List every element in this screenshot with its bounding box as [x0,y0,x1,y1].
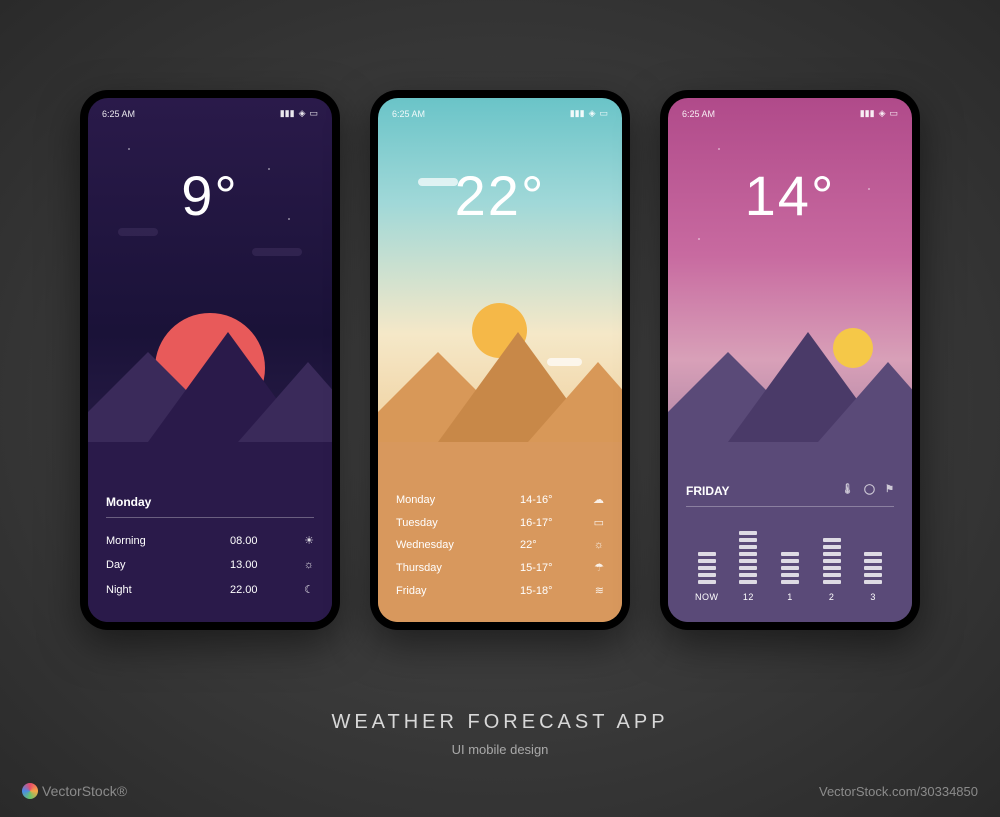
wifi-icon: ◈ [589,108,596,119]
mountains [668,322,912,442]
forecast-row[interactable]: Friday 15-18° ≋ [396,579,604,602]
hour-column[interactable]: 1 [769,529,811,602]
compass-icon[interactable]: ◯ [864,484,875,498]
row-label: Morning [106,535,230,547]
status-icons: ▮▮▮ ◈ ▭ [860,108,898,119]
phone-night: 6:25 AM ▮▮▮ ◈ ▭ 9° Monday Morning [80,90,340,630]
forecast-row[interactable]: Tuesday 16-17° ▭ [396,511,604,534]
screen-dusk[interactable]: 6:25 AM ▮▮▮ ◈ ▭ 14° FRIDAY 🌡 [668,98,912,622]
cloud-icon [118,228,158,236]
hour-column[interactable]: 12 [728,529,770,602]
signal-icon: ▮▮▮ [860,108,875,119]
status-time: 6:25 AM [102,109,135,119]
row-label: Wednesday [396,539,520,551]
forecast-row[interactable]: Day 13.00 ☼ [106,553,314,577]
panel-header: Monday [106,495,314,518]
battery-icon: ▭ [889,108,898,119]
status-time: 6:25 AM [392,109,425,119]
sun-icon: ☼ [580,539,604,551]
screen-night[interactable]: 6:25 AM ▮▮▮ ◈ ▭ 9° Monday Morning [88,98,332,622]
row-value: 08.00 [230,535,290,547]
hour-label: 3 [870,592,876,602]
row-value: 15-18° [520,585,580,597]
status-time: 6:25 AM [682,109,715,119]
status-bar: 6:25 AM ▮▮▮ ◈ ▭ [668,98,912,123]
row-value: 22° [520,539,580,551]
row-value: 16-17° [520,517,580,529]
hour-column[interactable]: 3 [852,529,894,602]
hourly-panel[interactable]: FRIDAY 🌡 ◯ ⚑ NOW12123 [686,484,894,602]
vectorstock-logo-icon [22,783,38,799]
row-label: Friday [396,585,520,597]
watermark-left: VectorStock® [22,783,127,799]
forecast-panel[interactable]: Monday Morning 08.00 ☀ Day 13.00 ☼ Night… [106,495,314,602]
temperature: 22° [378,163,622,228]
hour-label: 12 [743,592,754,602]
forecast-row[interactable]: Morning 08.00 ☀ [106,528,314,553]
rain-icon: ☂ [580,561,604,574]
sun-icon: ☼ [290,559,314,571]
mountains [88,322,332,442]
panel-day: FRIDAY [686,484,730,498]
temperature: 14° [668,163,912,228]
forecast-row[interactable]: Wednesday 22° ☼ [396,534,604,556]
temperature: 9° [88,163,332,228]
row-value: 14-16° [520,494,580,506]
status-icons: ▮▮▮ ◈ ▭ [280,108,318,119]
moon-icon: ☾ [290,583,314,596]
row-label: Monday [396,494,520,506]
cloud-icon [418,178,458,186]
phone-day: 6:25 AM ▮▮▮ ◈ ▭ 22° Monday 14-16° ☁ [370,90,630,630]
forecast-row[interactable]: Night 22.00 ☾ [106,577,314,602]
mountains [378,322,622,442]
status-bar: 6:25 AM ▮▮▮ ◈ ▭ [88,98,332,123]
row-label: Thursday [396,562,520,574]
hour-column[interactable]: NOW [686,529,728,602]
wifi-icon: ◈ [879,108,886,119]
signal-icon: ▮▮▮ [570,108,585,119]
row-value: 13.00 [230,559,290,571]
panel-header: FRIDAY 🌡 ◯ ⚑ [686,484,894,507]
row-value: 15-17° [520,562,580,574]
footer-title: WEATHER FORECAST APP [0,711,1000,734]
screen-day[interactable]: 6:25 AM ▮▮▮ ◈ ▭ 22° Monday 14-16° ☁ [378,98,622,622]
status-bar: 6:25 AM ▮▮▮ ◈ ▭ [378,98,622,123]
forecast-row[interactable]: Thursday 15-17° ☂ [396,556,604,579]
cloud-icon: ☁ [580,493,604,506]
forecast-panel[interactable]: Monday 14-16° ☁ Tuesday 16-17° ▭ Wednesd… [396,488,604,602]
row-label: Day [106,559,230,571]
watermark-right: VectorStock.com/30334850 [819,784,978,799]
footer-subtitle: UI mobile design [0,742,1000,757]
battery-icon: ▭ [309,108,318,119]
row-label: Tuesday [396,517,520,529]
footer: WEATHER FORECAST APP UI mobile design [0,711,1000,757]
status-icons: ▮▮▮ ◈ ▭ [570,108,608,119]
hourly-chart[interactable]: NOW12123 [686,522,894,602]
battery-icon: ▭ [599,108,608,119]
signal-icon: ▮▮▮ [280,108,295,119]
row-label: Night [106,584,230,596]
overcast-icon: ▭ [580,516,604,529]
row-value: 22.00 [230,584,290,596]
hour-label: 1 [787,592,793,602]
hour-label: NOW [695,592,719,602]
cloud-icon [252,248,302,256]
hour-column[interactable]: 2 [811,529,853,602]
phone-dusk: 6:25 AM ▮▮▮ ◈ ▭ 14° FRIDAY 🌡 [660,90,920,630]
thermometer-icon[interactable]: 🌡 [841,484,854,498]
fog-icon: ≋ [580,584,604,597]
wifi-icon: ◈ [299,108,306,119]
hour-label: 2 [829,592,835,602]
wind-icon[interactable]: ⚑ [885,484,894,498]
sunrise-icon: ☀ [290,534,314,547]
forecast-row[interactable]: Monday 14-16° ☁ [396,488,604,511]
